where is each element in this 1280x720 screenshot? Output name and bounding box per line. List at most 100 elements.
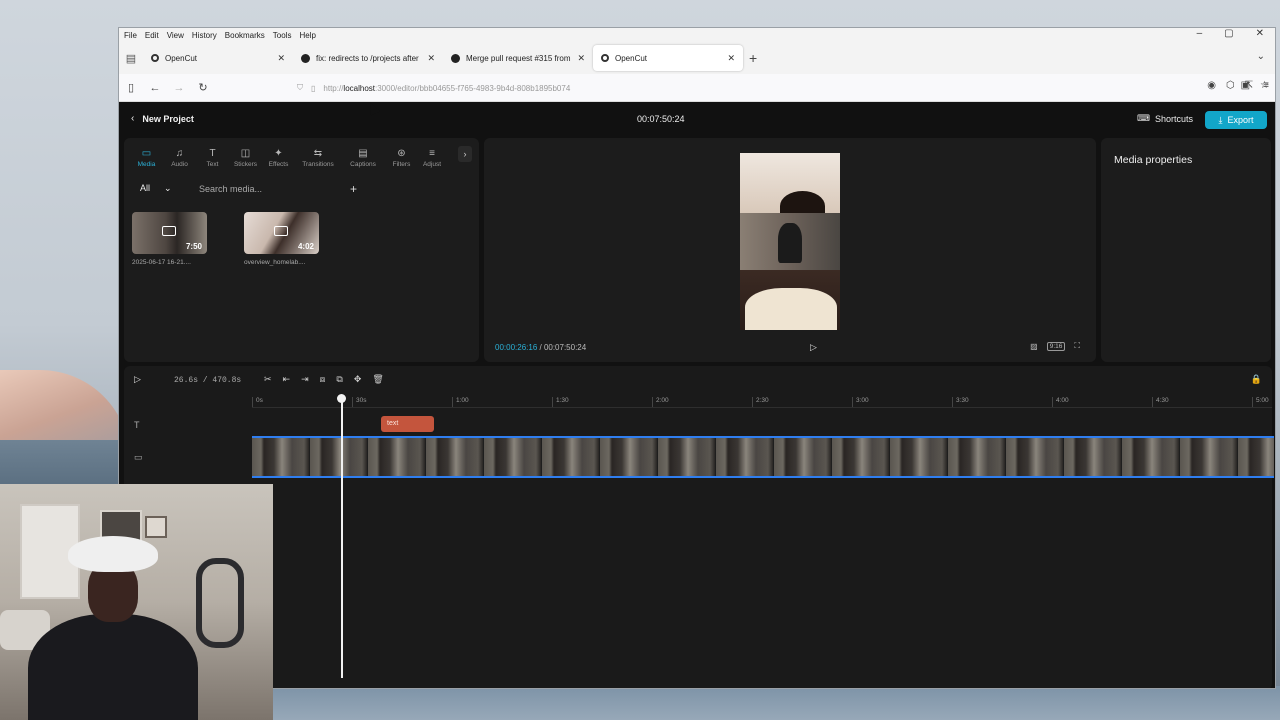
preview-video-middle xyxy=(740,213,840,270)
captions-icon: ▤ xyxy=(358,148,368,159)
new-tab-icon[interactable]: + xyxy=(749,50,757,66)
duplicate-icon[interactable]: ⧉ xyxy=(336,374,342,385)
menu-file[interactable]: File xyxy=(123,31,138,40)
preview-canvas[interactable] xyxy=(740,153,840,330)
media-panel: ▭ Media ♫ Audio T Text ◫ Stickers ✦ Effects ⇆… xyxy=(124,138,479,362)
move-icon[interactable]: ✥ xyxy=(354,374,362,385)
menu-history[interactable]: History xyxy=(191,31,218,40)
share-icon[interactable]: ⇱ xyxy=(1245,80,1253,91)
trim-end-icon[interactable]: ⇥ xyxy=(301,374,309,385)
menu-edit[interactable]: Edit xyxy=(144,31,160,40)
timeline-toolbar: ▷ 26.6s / 470.8s ✂ ⇤ ⇥ ⧈ ⧉ ✥ 🗑 🔒 xyxy=(124,366,1272,394)
tab-media[interactable]: ▭ Media xyxy=(130,142,163,168)
menu-bar: File Edit View History Bookmarks Tools H… xyxy=(119,28,1275,42)
preview-panel: 00:00:26:16 / 00:07:50:24 ▷ ▨ 9:16 ⛶ xyxy=(484,138,1096,362)
tab-captions[interactable]: ▤ Captions xyxy=(341,142,385,168)
back-arrow-icon[interactable]: ← xyxy=(143,82,167,94)
close-tab-icon[interactable]: ✕ xyxy=(577,53,585,64)
media-item-2[interactable]: 4:02 xyxy=(244,212,319,254)
chevron-down-icon: ⌄ xyxy=(164,183,172,193)
split-icon[interactable]: ⧈ xyxy=(320,374,326,385)
fullscreen-icon[interactable]: ⛶ xyxy=(1074,341,1080,351)
menu-help[interactable]: Help xyxy=(298,31,316,40)
text-clip[interactable]: text xyxy=(381,416,434,432)
shield-icon[interactable]: ⛉ xyxy=(297,83,303,93)
tab-label: Captions xyxy=(350,161,376,168)
properties-title: Media properties xyxy=(1114,154,1193,166)
project-duration: 00:07:50:24 xyxy=(637,114,685,124)
video-clip[interactable] xyxy=(252,436,1274,478)
play-icon[interactable]: ▷ xyxy=(134,374,141,385)
play-icon[interactable]: ▷ xyxy=(810,342,817,353)
export-button[interactable]: ⤓ Export xyxy=(1205,111,1267,129)
menu-icon[interactable]: ≡ xyxy=(1263,80,1269,91)
menu-bookmarks[interactable]: Bookmarks xyxy=(224,31,266,40)
tab-adjust[interactable]: ≡ Adjust xyxy=(418,142,446,168)
tab-list-icon[interactable]: ▤ xyxy=(119,52,143,65)
tab-label: Audio xyxy=(171,161,188,168)
tab-filters[interactable]: ⊛ Filters xyxy=(385,142,418,168)
browser-window: File Edit View History Bookmarks Tools H… xyxy=(118,27,1276,689)
tab-text[interactable]: T Text xyxy=(196,142,229,168)
tab-github-merge[interactable]: Merge pull request #315 from O ✕ xyxy=(443,45,593,71)
trash-icon[interactable]: 🗑 xyxy=(372,374,383,385)
tab-label: Media xyxy=(137,161,156,168)
lock-icon[interactable]: 🔒 xyxy=(1251,374,1262,385)
filters-icon: ⊛ xyxy=(397,148,406,159)
media-item-1[interactable]: 7:50 xyxy=(132,212,207,254)
filter-value: All xyxy=(140,183,151,193)
ruler-tick: 1:30 xyxy=(552,397,569,407)
tab-opencut-active[interactable]: OpenCut ✕ xyxy=(593,45,743,71)
url-text[interactable]: http://localhost:3000/editor/bbb04655-f7… xyxy=(323,84,570,93)
ruler-tick: 3:00 xyxy=(852,397,869,407)
minimize-button[interactable]: – xyxy=(1196,28,1204,39)
preview-controls: ▨ 9:16 ⛶ xyxy=(1030,341,1080,351)
search-media-input[interactable]: Search media... xyxy=(199,184,262,194)
url-bar[interactable]: ⛉ ▯ http://localhost:3000/editor/bbb0465… xyxy=(297,78,1117,98)
close-tab-icon[interactable]: ✕ xyxy=(727,53,735,64)
close-window-button[interactable]: ✕ xyxy=(1255,28,1265,39)
reload-icon[interactable]: ↻ xyxy=(191,81,215,94)
ruler-tick: 2:30 xyxy=(752,397,769,407)
account-icon[interactable]: ◉ xyxy=(1207,80,1216,91)
tab-label: Text xyxy=(206,161,219,168)
menu-tools[interactable]: Tools xyxy=(272,31,293,40)
close-tab-icon[interactable]: ✕ xyxy=(277,53,285,64)
forward-arrow-icon[interactable]: → xyxy=(167,82,191,94)
add-media-icon[interactable]: + xyxy=(350,182,357,196)
media-filter-select[interactable]: All ⌄ xyxy=(140,183,172,194)
shortcuts-button[interactable]: ⌨ Shortcuts xyxy=(1137,113,1193,124)
close-tab-icon[interactable]: ✕ xyxy=(427,53,435,64)
opencut-icon xyxy=(151,54,159,62)
trim-start-icon[interactable]: ⇤ xyxy=(283,374,291,385)
tab-audio[interactable]: ♫ Audio xyxy=(163,142,196,168)
playhead[interactable] xyxy=(341,398,343,678)
chevron-right-icon[interactable]: › xyxy=(458,146,472,162)
page-icon: ▯ xyxy=(311,83,316,93)
menu-view[interactable]: View xyxy=(166,31,185,40)
timeline-ruler[interactable]: 0s 30s 1:00 1:30 2:00 2:30 3:00 3:30 4:00 4:30 5:0… xyxy=(252,394,1272,408)
ruler-tick: 3:30 xyxy=(952,397,969,407)
playhead-handle[interactable] xyxy=(337,394,346,403)
tab-effects[interactable]: ✦ Effects xyxy=(262,142,295,168)
url-scheme: http:// xyxy=(323,83,344,93)
tab-opencut-1[interactable]: OpenCut ✕ xyxy=(143,45,293,71)
sidebar-icon[interactable]: ▯ xyxy=(119,81,143,94)
media-filename: 2025-06-17 16-21.... xyxy=(132,259,191,266)
extensions-icon[interactable]: ⬡ xyxy=(1226,80,1235,91)
tab-title: OpenCut xyxy=(165,53,198,63)
tab-transitions[interactable]: ⇆ Transitions xyxy=(295,142,341,168)
video-camera-icon xyxy=(162,226,176,236)
aspect-ratio-button[interactable]: 9:16 xyxy=(1046,341,1066,351)
tab-github-fix[interactable]: fix: redirects to /projects after lo ✕ xyxy=(293,45,443,71)
back-to-projects-button[interactable]: ‹ New Project xyxy=(131,113,194,124)
chevron-down-icon[interactable]: ⌄ xyxy=(1257,51,1265,62)
tab-title: OpenCut xyxy=(615,53,648,63)
scissors-icon[interactable]: ✂ xyxy=(264,374,272,385)
tab-stickers[interactable]: ◫ Stickers xyxy=(229,142,262,168)
arrows-icon: ⇆ xyxy=(313,148,323,159)
time-separator: / xyxy=(537,343,544,352)
background-icon[interactable]: ▨ xyxy=(1030,342,1038,351)
ruler-tick: 0s xyxy=(252,397,263,407)
maximize-button[interactable]: ▢ xyxy=(1223,28,1234,39)
